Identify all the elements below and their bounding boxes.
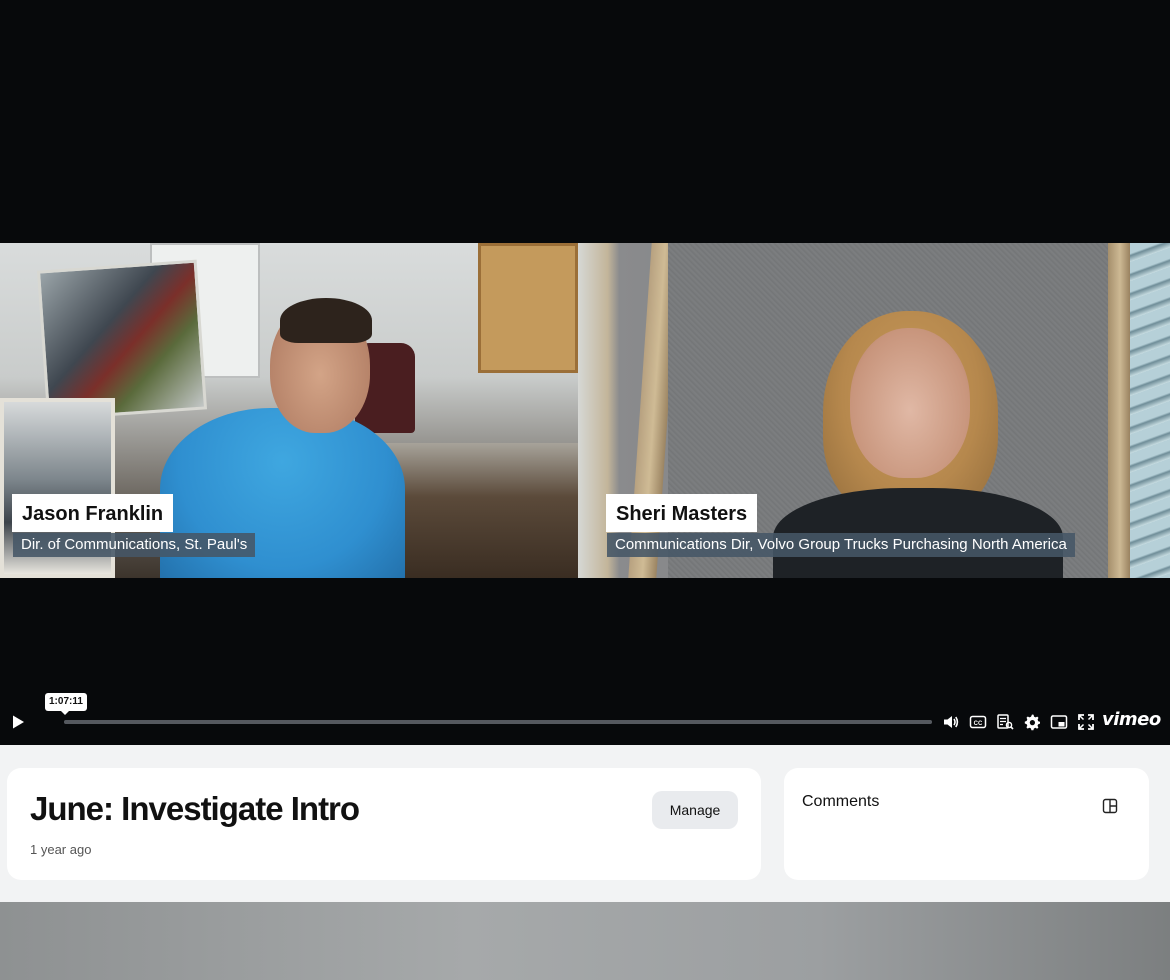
closed-captions-button[interactable]: CC	[967, 712, 989, 732]
play-button[interactable]	[0, 707, 36, 737]
volume-button[interactable]	[940, 712, 962, 732]
video-title: June: Investigate Intro	[30, 790, 360, 827]
hover-time-tooltip: 1:07:11	[45, 693, 87, 715]
vimeo-logo[interactable]: vimeo	[1102, 709, 1161, 730]
decorative-screen	[1130, 243, 1170, 578]
progress-buffer	[64, 720, 932, 724]
participant-name: Sheri Masters	[606, 494, 758, 532]
participant-title: Communications Dir, Volvo Group Trucks P…	[607, 533, 1075, 557]
comments-title: Comments	[802, 793, 880, 810]
volume-icon	[944, 716, 959, 728]
video-info-card: June: Investigate Intro 1 year ago Manag…	[7, 768, 761, 880]
participant-title: Dir. of Communications, St. Paul's	[13, 533, 256, 557]
picture-in-picture-button[interactable]	[1048, 712, 1070, 732]
corkboard	[478, 243, 578, 373]
manage-button[interactable]: Manage	[652, 791, 738, 829]
video-player[interactable]: Jason Franklin Dir. of Communications, S…	[0, 0, 1170, 745]
settings-button[interactable]	[1021, 712, 1043, 732]
desk	[380, 443, 578, 578]
wood-trim	[1108, 243, 1132, 578]
video-age: 1 year ago	[30, 842, 92, 857]
fullscreen-button[interactable]	[1075, 712, 1097, 732]
wall-painting	[36, 259, 208, 421]
participant-hair	[280, 298, 372, 343]
panel-layout-icon	[1102, 798, 1118, 814]
comments-panel: Comments	[784, 768, 1149, 880]
progress-track[interactable]	[64, 720, 932, 724]
transcript-button[interactable]	[994, 712, 1016, 732]
picture-in-picture-icon	[1050, 715, 1068, 729]
play-icon	[13, 715, 24, 729]
participant-tile-left: Jason Franklin Dir. of Communications, S…	[0, 243, 578, 578]
lower-content-preview	[0, 902, 1170, 980]
closed-captions-icon: CC	[969, 715, 987, 729]
video-frame[interactable]: Jason Franklin Dir. of Communications, S…	[0, 243, 1170, 578]
transcript-icon	[997, 714, 1014, 730]
comments-layout-toggle[interactable]	[1100, 796, 1120, 816]
participant-tile-right: Sheri Masters Communications Dir, Volvo …	[578, 243, 1170, 578]
fullscreen-icon	[1078, 714, 1094, 730]
player-controls: 1:07:11 CC vimeo	[0, 693, 1170, 737]
settings-icon	[1024, 714, 1040, 731]
participant-name: Jason Franklin	[12, 494, 174, 532]
participant-face	[850, 328, 970, 478]
svg-text:CC: CC	[974, 721, 983, 727]
